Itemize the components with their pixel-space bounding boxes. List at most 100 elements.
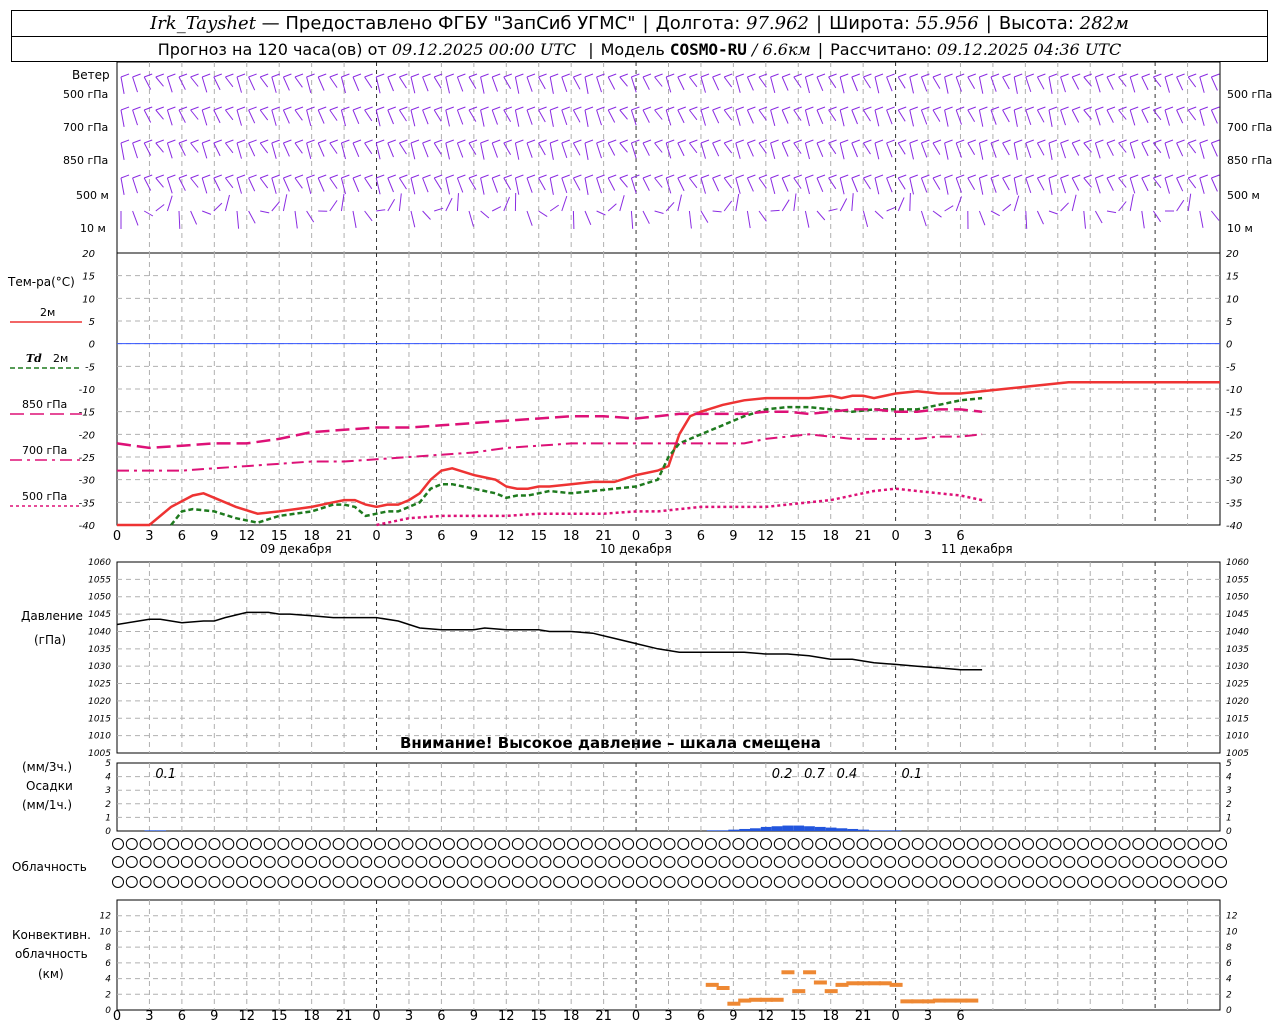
cloud-cover-symbol — [318, 876, 331, 888]
precip-bar — [847, 828, 859, 831]
day-label-3: 11 декабря — [941, 542, 1013, 556]
prec-ytick-right: 2 — [1226, 800, 1232, 810]
wind-barb-700hpa-flag — [155, 106, 164, 111]
wind-barb-700hpa-flag — [967, 106, 976, 111]
wind-barb-500m — [1187, 177, 1197, 189]
pres-ytick: 1005 — [88, 749, 111, 759]
cloud-cover-symbol — [691, 856, 704, 868]
wind-barb-850hpa-flag — [1106, 139, 1116, 144]
wind-barb-850hpa-flag — [1072, 139, 1081, 144]
wind-barb-500m-flag — [248, 174, 257, 179]
x-tick-label-bottom: 21 — [595, 1009, 612, 1024]
wind-barb-500m-flag — [944, 174, 953, 179]
temp-ytick-right: -30 — [1226, 476, 1242, 487]
wind-barb-500hpa-flag — [874, 73, 884, 78]
wind-barb-500m-flag — [306, 174, 315, 179]
wind-barb-850hpa — [723, 142, 733, 154]
wind-barb-500hpa-flag — [1060, 73, 1069, 78]
wind-barb-500hpa-flag — [318, 73, 327, 78]
wind-barb-850hpa — [1153, 142, 1162, 154]
temp-ytick: -15 — [79, 408, 95, 419]
wind-barb-700hpa — [248, 109, 256, 124]
cloud-cover-symbol — [897, 856, 910, 868]
wind-barb-10m — [1036, 210, 1044, 225]
temp-ytick-right: 5 — [1226, 317, 1232, 328]
cloud-cover-symbol — [167, 856, 180, 868]
wind-barb-850hpa-flag — [202, 139, 211, 144]
wind-barb-850hpa-flag — [1118, 139, 1127, 144]
legend-500: 500 гПа — [22, 490, 68, 503]
wind-barb-850hpa-flag — [932, 139, 942, 144]
wind-barb-850hpa-flag — [480, 139, 489, 144]
x-tick-label: 18 — [563, 529, 580, 544]
wind-barb-850hpa-flag — [538, 139, 547, 144]
wind-barb-850hpa-flag — [1176, 139, 1185, 144]
wind-barb-500hpa — [689, 76, 698, 88]
wind-barb-500hpa — [306, 76, 312, 94]
wind-barb-500m-flag — [202, 174, 211, 179]
pres-ytick-right: 1055 — [1226, 575, 1249, 585]
wind-barb-500hpa-flag — [932, 73, 942, 78]
x-tick-label: 3 — [145, 529, 153, 544]
wind-barb-500m-flag — [990, 174, 1000, 179]
wind-barb-500hpa-flag — [225, 73, 234, 78]
wind-barb-500m — [410, 177, 416, 195]
wind-barb-500m-flag — [747, 174, 756, 179]
wind-barb-850hpa — [433, 142, 442, 155]
cloud-cover-symbol — [1077, 856, 1090, 868]
wind-barb-700hpa-flag — [712, 106, 721, 111]
wind-barb-700hpa-flag — [503, 106, 512, 111]
cloud-cover-symbol — [953, 876, 965, 888]
cloud-cover-symbol — [897, 838, 910, 850]
wind-barb-10m — [468, 210, 474, 227]
wind-barb-850hpa — [317, 142, 325, 157]
x-tick-label: 9 — [470, 529, 478, 544]
wind-barb-10m — [1002, 203, 1012, 212]
cloud-cover-symbol — [305, 856, 317, 868]
wind-barb-10m — [642, 210, 650, 224]
wind-barb-700hpa-flag — [642, 106, 652, 111]
wind-barb-850hpa-flag — [828, 139, 837, 144]
wind-barb-500m-flag — [1048, 174, 1058, 179]
cloud-cover-symbol — [249, 838, 262, 850]
wind-barb-500hpa-flag — [967, 73, 976, 78]
wind-barb-850hpa — [1106, 142, 1114, 156]
pres-ytick: 1060 — [88, 558, 111, 568]
wind-barb-700hpa-flag — [608, 106, 617, 111]
wind-barb-500hpa — [839, 76, 845, 94]
wind-barb-500hpa — [178, 76, 186, 90]
wind-barb-500hpa — [456, 76, 464, 92]
wind-barb-500m — [862, 177, 871, 190]
wind-barb-500m — [549, 177, 554, 195]
wind-barb-700hpa-flag — [1048, 106, 1058, 111]
cloud-cover-symbol — [553, 838, 566, 850]
cloud-cover-symbol — [1049, 856, 1062, 868]
cloud-cover-symbol — [511, 838, 524, 850]
wind-barb-500hpa — [503, 76, 512, 90]
wind-barb-850hpa — [1141, 142, 1149, 157]
wind-barb-500m — [538, 177, 546, 191]
wind-barb-500hpa — [990, 76, 997, 92]
cloud-cover-symbol — [429, 856, 442, 868]
conv-cloud-mark — [792, 989, 806, 994]
wind-barb-500hpa — [746, 76, 754, 91]
cloud-cover-symbol — [815, 838, 828, 850]
wind-barb-850hpa — [828, 142, 837, 155]
wind-barb-850hpa-flag — [306, 139, 315, 144]
prec-ytick: 1 — [105, 813, 111, 823]
wind-barb-700hpa — [1094, 109, 1101, 126]
cloud-cover-symbol — [374, 856, 386, 868]
wind-barb-10m — [851, 193, 854, 212]
cloud-cover-symbol — [346, 876, 359, 888]
wind-barb-850hpa — [619, 142, 628, 153]
wind-barb-500hpa — [944, 76, 949, 94]
wind-barb-10m — [364, 210, 373, 222]
wind-barb-850hpa-flag — [631, 139, 640, 144]
cloud-cover-symbol — [291, 856, 304, 868]
wind-barb-850hpa-flag — [619, 139, 628, 144]
wind-barb-850hpa-flag — [364, 139, 373, 144]
precip-bar — [728, 829, 740, 831]
cloud-cover-symbol — [1215, 856, 1227, 868]
wind-barb-500m-flag — [631, 174, 640, 179]
wind-barb-10m — [688, 210, 692, 229]
